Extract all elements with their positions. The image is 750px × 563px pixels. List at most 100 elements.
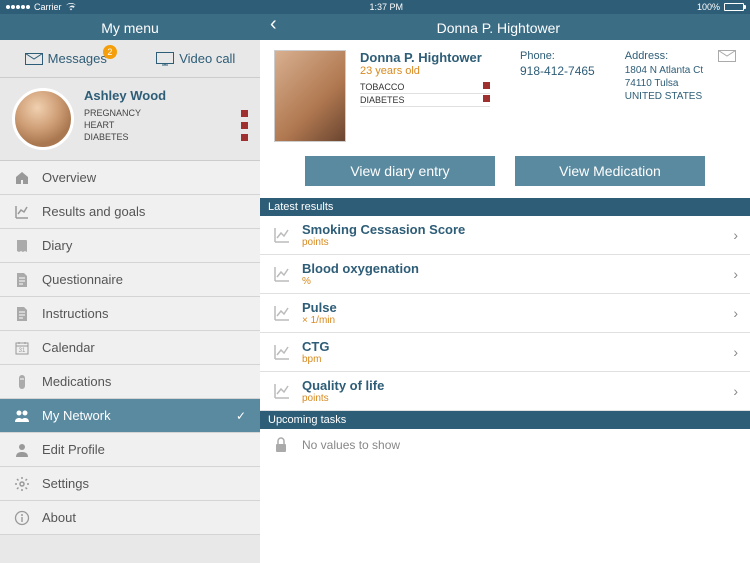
patient-name: Donna P. Hightower: [360, 50, 490, 65]
svg-text:31: 31: [19, 348, 26, 354]
envelope-icon: [25, 53, 43, 65]
result-unit: points: [302, 237, 733, 248]
result-row[interactable]: Pulse× 1/min›: [260, 294, 750, 333]
address-line1: 1804 N Atlanta Ct: [625, 64, 703, 77]
avatar: [12, 88, 74, 150]
results-header: Latest results: [260, 198, 750, 216]
patient-card: Donna P. Hightower 23 years old TOBACCOD…: [260, 40, 750, 152]
result-unit: points: [302, 393, 733, 404]
menu-label: Diary: [42, 238, 72, 253]
result-name: Blood oxygenation: [302, 261, 733, 276]
sidebar-item-about[interactable]: About: [0, 501, 260, 535]
patient-tag: DIABETES: [360, 94, 490, 107]
status-bar: Carrier 1:37 PM 100%: [0, 0, 750, 14]
pill-icon: [14, 374, 30, 390]
battery-icon: [724, 3, 744, 11]
view-medication-button[interactable]: View Medication: [515, 156, 705, 186]
gear-icon: [14, 476, 30, 492]
menu-label: Questionnaire: [42, 272, 123, 287]
chevron-right-icon: ›: [733, 383, 738, 399]
calendar-icon: 31: [14, 340, 30, 356]
sidebar-item-overview[interactable]: Overview: [0, 161, 260, 195]
battery-label: 100%: [697, 2, 720, 12]
sidebar-item-medications[interactable]: Medications: [0, 365, 260, 399]
chevron-right-icon: ›: [733, 305, 738, 321]
videocall-label: Video call: [179, 51, 235, 66]
result-name: Pulse: [302, 300, 733, 315]
tasks-header: Upcoming tasks: [260, 411, 750, 429]
chevron-right-icon: ›: [733, 266, 738, 282]
monitor-icon: [156, 52, 174, 66]
patient-tag: TOBACCO: [360, 81, 490, 94]
result-name: Quality of life: [302, 378, 733, 393]
document-icon: [14, 306, 30, 322]
sidebar-item-settings[interactable]: Settings: [0, 467, 260, 501]
menu-label: Medications: [42, 374, 111, 389]
main: ‹ Donna P. Hightower Donna P. Hightower …: [260, 0, 750, 563]
user-block: Ashley Wood PREGNANCYHEARTDIABETES: [0, 78, 260, 161]
result-row[interactable]: CTGbpm›: [260, 333, 750, 372]
menu-label: Settings: [42, 476, 89, 491]
check-icon: ✓: [236, 409, 246, 423]
user-tag: PREGNANCY: [84, 107, 248, 119]
info-icon: [14, 510, 30, 526]
envelope-icon[interactable]: [718, 50, 736, 62]
tasks-empty-row: No values to show: [260, 429, 750, 461]
menu-label: Edit Profile: [42, 442, 105, 457]
sidebar-item-questionnaire[interactable]: Questionnaire: [0, 263, 260, 297]
people-icon: [14, 408, 30, 424]
carrier-label: Carrier: [34, 2, 62, 12]
sidebar-item-results-and-goals[interactable]: Results and goals: [0, 195, 260, 229]
document-icon: [14, 272, 30, 288]
sidebar-item-my-network[interactable]: My Network ✓: [0, 399, 260, 433]
sidebar-item-instructions[interactable]: Instructions: [0, 297, 260, 331]
menu-label: Instructions: [42, 306, 108, 321]
chart-icon: [272, 303, 292, 323]
view-diary-button[interactable]: View diary entry: [305, 156, 495, 186]
address-line2: 74110 Tulsa: [625, 77, 703, 90]
chart-icon: [14, 204, 30, 220]
result-name: CTG: [302, 339, 733, 354]
address-label: Address:: [625, 50, 703, 62]
chart-icon: [272, 381, 292, 401]
back-button[interactable]: ‹: [270, 13, 277, 36]
menu: Overview Results and goals Diary Questionna…: [0, 161, 260, 563]
tasks-empty-label: No values to show: [302, 438, 400, 452]
videocall-button[interactable]: Video call: [156, 51, 235, 66]
user-name: Ashley Wood: [84, 88, 248, 103]
phone-value: 918-412-7465: [520, 64, 595, 78]
wifi-icon: [66, 3, 76, 11]
chart-icon: [272, 264, 292, 284]
result-unit: bpm: [302, 354, 733, 365]
patient-age: 23 years old: [360, 65, 490, 77]
result-name: Smoking Cessasion Score: [302, 222, 733, 237]
sidebar-actions: Messages 2 Video call: [0, 40, 260, 78]
menu-label: Overview: [42, 170, 96, 185]
person-icon: [14, 442, 30, 458]
messages-button[interactable]: Messages 2: [25, 51, 107, 66]
sidebar-item-calendar[interactable]: 31 Calendar: [0, 331, 260, 365]
sidebar-item-diary[interactable]: Diary: [0, 229, 260, 263]
status-time: 1:37 PM: [76, 2, 697, 12]
sidebar: My menu Messages 2 Video call Ashley Woo…: [0, 0, 260, 563]
menu-label: About: [42, 510, 76, 525]
chevron-right-icon: ›: [733, 344, 738, 360]
result-row[interactable]: Blood oxygenation%›: [260, 255, 750, 294]
result-unit: %: [302, 276, 733, 287]
menu-label: Calendar: [42, 340, 95, 355]
menu-label: My Network: [42, 408, 111, 423]
address-line3: UNITED STATES: [625, 90, 703, 103]
patient-photo: [274, 50, 346, 142]
result-row[interactable]: Smoking Cessasion Scorepoints›: [260, 216, 750, 255]
result-row[interactable]: Quality of lifepoints›: [260, 372, 750, 411]
chart-icon: [272, 225, 292, 245]
result-unit: × 1/min: [302, 315, 733, 326]
messages-label: Messages: [48, 51, 107, 66]
chevron-right-icon: ›: [733, 227, 738, 243]
user-tag: DIABETES: [84, 131, 248, 143]
menu-label: Results and goals: [42, 204, 145, 219]
messages-badge: 2: [103, 45, 117, 59]
home-icon: [14, 170, 30, 186]
user-tag: HEART: [84, 119, 248, 131]
sidebar-item-edit-profile[interactable]: Edit Profile: [0, 433, 260, 467]
